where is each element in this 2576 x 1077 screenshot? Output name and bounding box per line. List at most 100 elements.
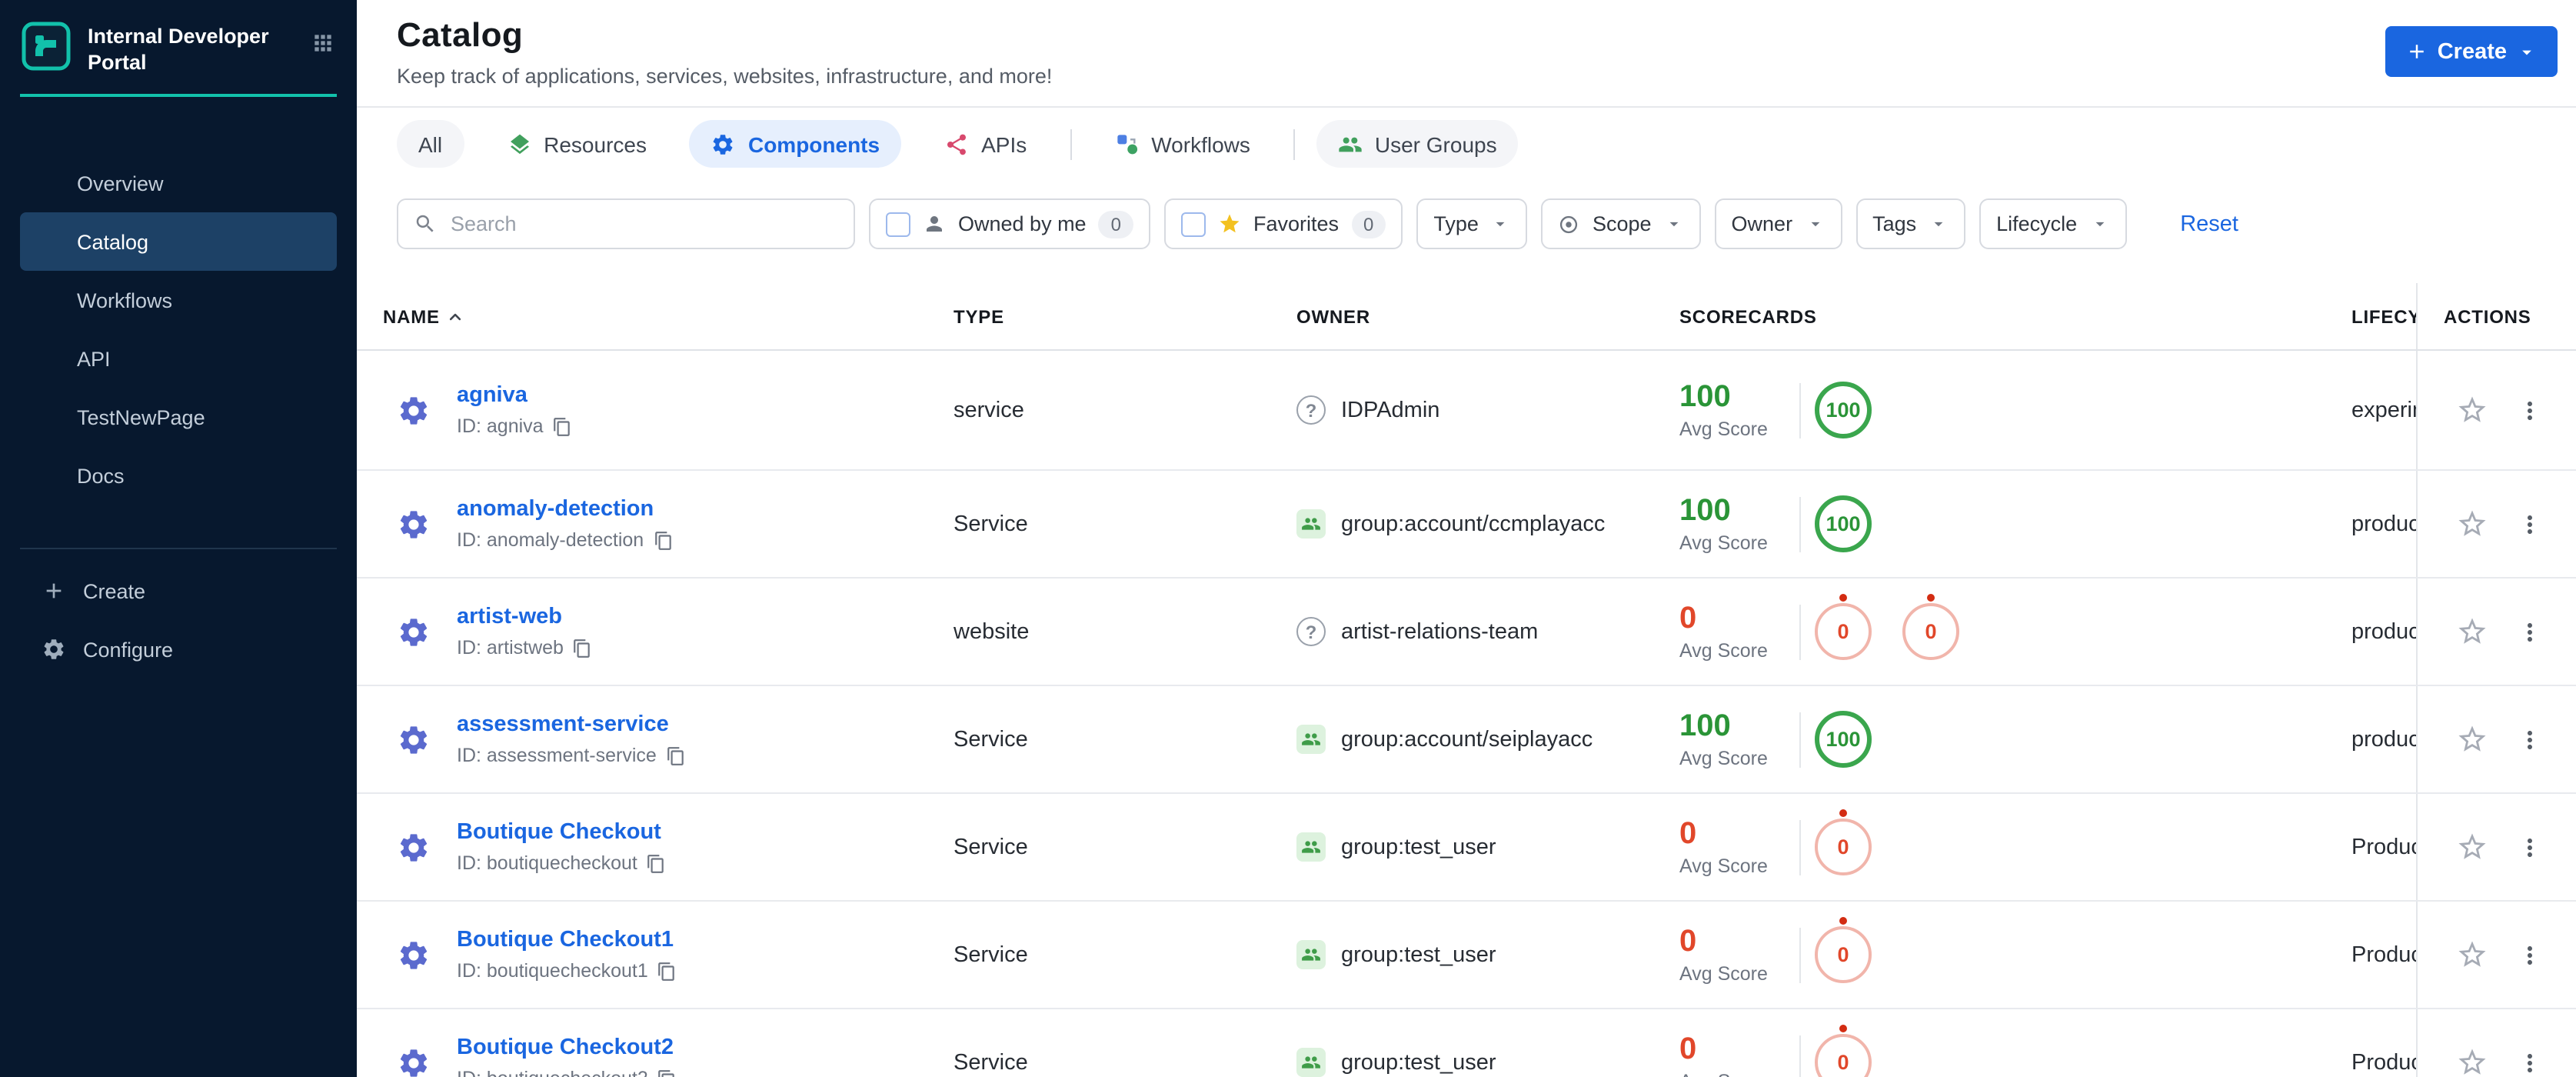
owner-dropdown-label: Owner xyxy=(1731,212,1793,235)
kebab-menu-icon[interactable] xyxy=(2516,510,2544,538)
owned-by-me-filter[interactable]: Owned by me 0 xyxy=(869,198,1150,249)
sidebar-create-label: Create xyxy=(83,579,146,602)
tab-divider xyxy=(1293,128,1295,159)
scorecard-ring[interactable]: 0 xyxy=(1815,1025,1872,1077)
entity-name-link[interactable]: Boutique Checkout1 xyxy=(457,928,677,952)
column-header-type[interactable]: TYPE xyxy=(954,305,1296,327)
owner-name: group:test_user xyxy=(1341,835,1496,859)
entity-name-link[interactable]: assessment-service xyxy=(457,712,686,737)
table-row[interactable]: Boutique Checkout ID: boutiquecheckout S… xyxy=(357,794,2576,902)
workflows-icon xyxy=(1114,132,1139,156)
owner-dropdown[interactable]: Owner xyxy=(1714,198,1842,249)
copy-icon[interactable] xyxy=(666,745,686,765)
table-row[interactable]: assessment-service ID: assessment-servic… xyxy=(357,686,2576,794)
scope-dropdown[interactable]: Scope xyxy=(1541,198,1701,249)
tab-resources[interactable]: Resources xyxy=(485,120,668,168)
entity-kind-tabs: All Resources Components APIs Workflows xyxy=(357,108,2576,177)
favorite-star-icon[interactable] xyxy=(2456,508,2488,540)
scorecard-ring[interactable]: 0 xyxy=(1902,594,1959,660)
entity-id-text: ID: boutiquecheckout2 xyxy=(457,1068,648,1077)
avg-score-value: 100 xyxy=(1679,380,1731,414)
sidebar-item-catalog[interactable]: Catalog xyxy=(20,212,337,271)
tab-all[interactable]: All xyxy=(397,120,464,168)
entity-name-link[interactable]: Boutique Checkout xyxy=(457,820,667,845)
sidebar-item-api[interactable]: API xyxy=(20,329,337,388)
favorites-checkbox[interactable] xyxy=(1180,212,1206,236)
column-header-scorecards[interactable]: SCORECARDS xyxy=(1679,305,2351,327)
entity-name-link[interactable]: anomaly-detection xyxy=(457,497,673,522)
column-header-name[interactable]: NAME xyxy=(357,305,954,327)
tab-apis-label: APIs xyxy=(981,132,1027,156)
favorite-star-icon[interactable] xyxy=(2456,615,2488,648)
tab-components[interactable]: Components xyxy=(689,120,902,168)
group-owner-icon xyxy=(1296,725,1326,754)
table-row[interactable]: anomaly-detection ID: anomaly-detection … xyxy=(357,471,2576,579)
tab-resources-label: Resources xyxy=(544,132,647,156)
score-divider xyxy=(1799,382,1801,438)
favorites-filter[interactable]: Favorites 0 xyxy=(1163,198,1403,249)
lifecycle-value: production xyxy=(2351,619,2416,644)
sidebar-create-button[interactable]: Create xyxy=(0,562,357,620)
create-button[interactable]: Create xyxy=(2385,26,2558,77)
tags-dropdown[interactable]: Tags xyxy=(1855,198,1966,249)
entity-name-link[interactable]: agniva xyxy=(457,383,573,408)
score-divider xyxy=(1799,1035,1801,1077)
search-box[interactable] xyxy=(397,198,855,249)
table-row[interactable]: agniva ID: agniva service ? IDPAdmin 100 xyxy=(357,351,2576,471)
copy-icon[interactable] xyxy=(647,853,667,873)
favorite-star-icon[interactable] xyxy=(2456,831,2488,863)
reset-filters-link[interactable]: Reset xyxy=(2180,212,2238,236)
apps-grid-icon[interactable] xyxy=(311,31,335,55)
sidebar-configure-button[interactable]: Configure xyxy=(0,620,357,679)
kebab-menu-icon[interactable] xyxy=(2516,941,2544,969)
scorecard-ring[interactable]: 0 xyxy=(1815,809,1872,875)
component-kind-icon xyxy=(397,1045,431,1077)
scorecard-ring[interactable]: 100 xyxy=(1815,711,1872,768)
sidebar-item-workflows[interactable]: Workflows xyxy=(20,271,337,329)
entity-type: Service xyxy=(954,512,1028,536)
scorecard-ring[interactable]: 100 xyxy=(1815,382,1872,438)
brand-accent-line xyxy=(20,94,337,97)
copy-icon[interactable] xyxy=(653,530,673,550)
kebab-menu-icon[interactable] xyxy=(2516,396,2544,424)
scorecard-ring[interactable]: 0 xyxy=(1815,594,1872,660)
column-header-lifecycle[interactable]: LIFECYCLE xyxy=(2351,305,2416,327)
tab-user-groups[interactable]: User Groups xyxy=(1316,120,1519,168)
favorite-star-icon[interactable] xyxy=(2456,939,2488,971)
type-dropdown[interactable]: Type xyxy=(1416,198,1528,249)
lifecycle-dropdown[interactable]: Lifecycle xyxy=(1979,198,2127,249)
kebab-menu-icon[interactable] xyxy=(2516,618,2544,645)
copy-icon[interactable] xyxy=(657,1069,677,1077)
sidebar-item-testnewpage[interactable]: TestNewPage xyxy=(20,388,337,446)
entity-name-link[interactable]: artist-web xyxy=(457,605,593,629)
favorite-star-icon[interactable] xyxy=(2456,1046,2488,1077)
tab-workflows[interactable]: Workflows xyxy=(1093,120,1272,168)
brand-title: Internal Developer Portal xyxy=(88,25,269,74)
kebab-menu-icon[interactable] xyxy=(2516,725,2544,753)
scorecard-ring[interactable]: 0 xyxy=(1815,917,1872,983)
entity-type: website xyxy=(954,619,1030,644)
scorecard-ring[interactable]: 100 xyxy=(1815,495,1872,552)
brand-logo xyxy=(22,22,71,71)
score-divider xyxy=(1799,604,1801,659)
avg-score-value: 100 xyxy=(1679,494,1731,528)
owned-by-me-count: 0 xyxy=(1098,210,1133,238)
search-input[interactable] xyxy=(451,212,838,235)
favorite-star-icon[interactable] xyxy=(2456,723,2488,755)
table-row[interactable]: Boutique Checkout2 ID: boutiquecheckout2… xyxy=(357,1009,2576,1077)
favorite-star-icon[interactable] xyxy=(2456,394,2488,426)
kebab-menu-icon[interactable] xyxy=(2516,1049,2544,1076)
sidebar-item-overview[interactable]: Overview xyxy=(20,154,337,212)
table-row[interactable]: artist-web ID: artistweb website ? artis… xyxy=(357,579,2576,686)
sidebar-item-docs[interactable]: Docs xyxy=(20,446,337,505)
owned-by-me-checkbox[interactable] xyxy=(886,212,910,236)
copy-icon[interactable] xyxy=(553,416,573,436)
entity-name-link[interactable]: Boutique Checkout2 xyxy=(457,1035,677,1060)
copy-icon[interactable] xyxy=(573,638,593,658)
tab-apis[interactable]: APIs xyxy=(923,120,1048,168)
plus-icon xyxy=(2405,40,2428,63)
column-header-owner[interactable]: OWNER xyxy=(1296,305,1679,327)
table-row[interactable]: Boutique Checkout1 ID: boutiquecheckout1… xyxy=(357,902,2576,1009)
kebab-menu-icon[interactable] xyxy=(2516,833,2544,861)
copy-icon[interactable] xyxy=(657,961,677,981)
